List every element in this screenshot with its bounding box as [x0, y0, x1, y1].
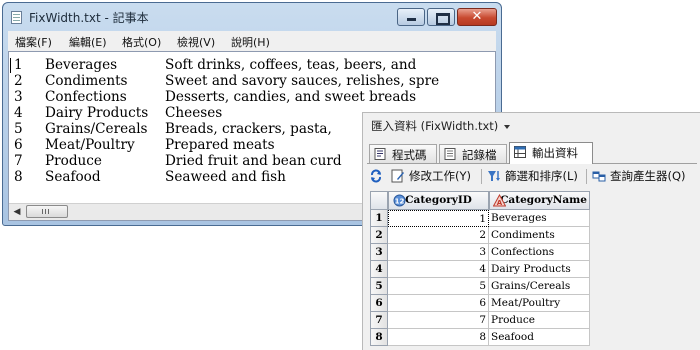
notepad-title: FixWidth.txt - 記事本	[29, 11, 149, 25]
grid-corner[interactable]	[370, 191, 388, 210]
svg-text:A: A	[497, 199, 503, 207]
text-line: 1 Beverages Soft drinks, coffees, teas, be…	[14, 57, 417, 73]
text-line: 7 Produce Dried fruit and bean curd	[14, 153, 342, 169]
cell-categoryname[interactable]: Dairy Products	[489, 261, 590, 278]
minimize-icon	[407, 18, 416, 21]
code-icon	[374, 148, 386, 160]
cell-categoryid[interactable]: 4	[388, 261, 489, 278]
panel-tabs: 程式碼 記錄檔 輸出資料	[367, 142, 697, 164]
tab-log[interactable]: 記錄檔	[439, 144, 507, 163]
refresh-icon[interactable]	[369, 169, 383, 183]
menu-help[interactable]: 說明(H)	[231, 34, 270, 50]
scroll-left-icon[interactable]: ◀	[11, 206, 23, 218]
maximize-button[interactable]	[427, 8, 455, 26]
column-header-categoryname[interactable]: A CategoryName	[489, 191, 590, 210]
row-header[interactable]: 5	[370, 278, 388, 295]
notepad-menu-bar: 檔案(F) 編輯(E) 格式(O) 檢視(V) 說明(H)	[8, 31, 496, 51]
close-icon: ✕	[471, 9, 483, 24]
toolbar-separator	[481, 169, 482, 184]
cell-categoryname[interactable]: Seafood	[489, 329, 590, 346]
output-toolbar: 修改工作(Y) 篩選和排序(L) 查詢產生器(Q)	[367, 166, 697, 186]
scrollbar-thumb[interactable]	[26, 205, 68, 218]
text-line: 5 Grains/Cereals Breads, crackers, pasta,	[14, 121, 332, 137]
cell-categoryid[interactable]: 5	[388, 278, 489, 295]
import-panel-title: 匯入資料 (FixWidth.txt)	[371, 119, 499, 133]
log-icon	[444, 148, 456, 160]
text-line: 3 Confections Desserts, candies, and sweet…	[14, 89, 417, 105]
cell-categoryid[interactable]: 1	[388, 210, 489, 227]
chevron-down-icon[interactable]	[504, 124, 511, 129]
cell-categoryname[interactable]: Condiments	[489, 227, 590, 244]
maximize-icon	[436, 13, 450, 25]
row-header[interactable]: 6	[370, 295, 388, 312]
row-header[interactable]: 2	[370, 227, 388, 244]
menu-view[interactable]: 檢視(V)	[177, 34, 215, 50]
row-header[interactable]: 3	[370, 244, 388, 261]
close-button[interactable]: ✕	[457, 8, 497, 26]
toolbar-separator	[586, 169, 587, 184]
notepad-title-bar[interactable]: FixWidth.txt - 記事本 ✕	[3, 3, 501, 31]
text-line: 4 Dairy Products Cheeses	[14, 105, 223, 121]
menu-edit[interactable]: 編輯(E)	[69, 34, 107, 50]
cell-categoryid[interactable]: 7	[388, 312, 489, 329]
text-line: 6 Meat/Poultry Prepared meats	[14, 137, 275, 153]
cell-categoryid[interactable]: 6	[388, 295, 489, 312]
tab-output-data[interactable]: 輸出資料	[509, 142, 593, 164]
notepad-app-icon[interactable]	[11, 11, 22, 24]
cell-categoryname[interactable]: Confections	[489, 244, 590, 261]
row-header[interactable]: 8	[370, 329, 388, 346]
svg-text:12: 12	[395, 198, 405, 206]
row-header[interactable]: 4	[370, 261, 388, 278]
cell-categoryid[interactable]: 2	[388, 227, 489, 244]
output-data-icon	[514, 146, 526, 158]
text-line: 2 Condiments Sweet and savory sauces, reli…	[14, 73, 440, 89]
cell-categoryid[interactable]: 3	[388, 244, 489, 261]
row-header[interactable]: 7	[370, 312, 388, 329]
numeric-column-icon: 12	[393, 194, 406, 207]
query-builder-icon	[592, 171, 606, 182]
filter-sort-icon	[488, 171, 500, 181]
menu-file[interactable]: 檔案(F)	[15, 34, 52, 50]
cell-categoryname[interactable]: Produce	[489, 312, 590, 329]
character-column-icon: A	[493, 194, 506, 207]
row-header[interactable]: 1	[370, 210, 388, 227]
cell-categoryid[interactable]: 8	[388, 329, 489, 346]
cell-categoryname[interactable]: Meat/Poultry	[489, 295, 590, 312]
import-data-panel: 匯入資料 (FixWidth.txt) 程式碼 記錄檔 輸出資料 修改工作(Y)…	[362, 112, 700, 350]
menu-format[interactable]: 格式(O)	[122, 34, 161, 50]
text-line: 8 Seafood Seaweed and fish	[14, 169, 286, 185]
tab-code[interactable]: 程式碼	[369, 144, 437, 163]
text-cursor	[10, 58, 11, 73]
column-header-categoryid[interactable]: 12 CategoryID	[388, 191, 489, 210]
cell-categoryname[interactable]: Beverages	[489, 210, 590, 227]
minimize-button[interactable]	[397, 8, 425, 26]
import-panel-header[interactable]: 匯入資料 (FixWidth.txt)	[371, 118, 511, 134]
cell-categoryname[interactable]: Grains/Cereals	[489, 278, 590, 295]
modify-task-icon	[391, 169, 404, 183]
